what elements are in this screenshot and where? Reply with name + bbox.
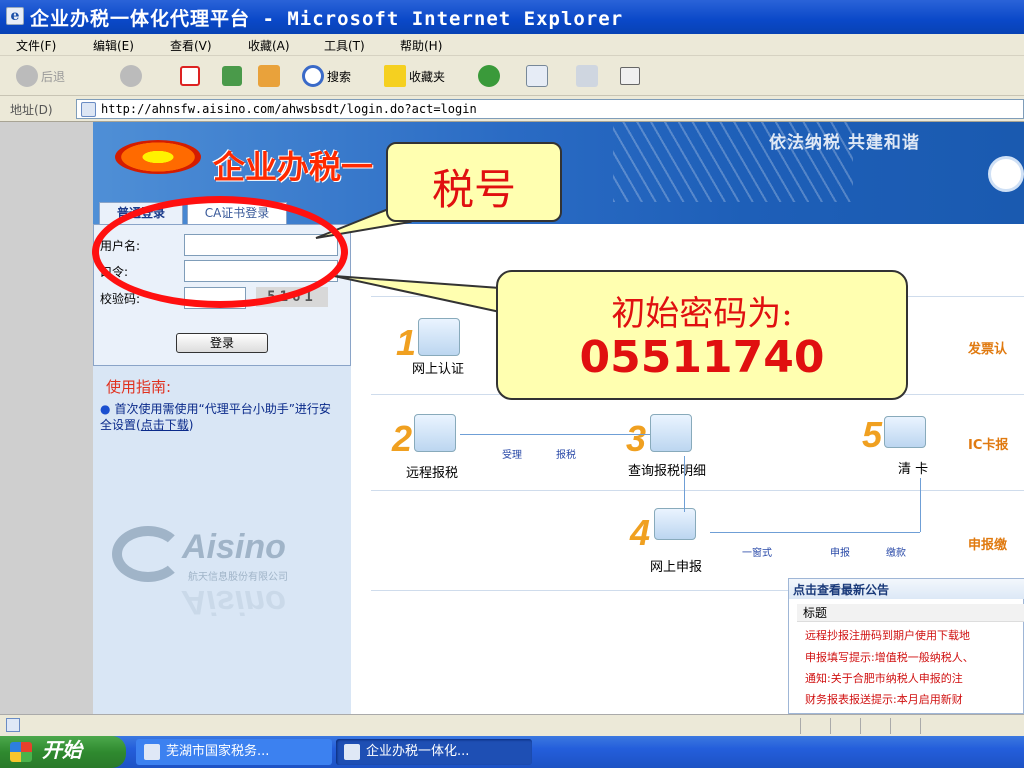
tax-id-callout: 税号 — [386, 142, 562, 222]
status-bar — [0, 714, 1024, 736]
highlight-oval — [92, 196, 348, 308]
start-label: 开始 — [42, 740, 82, 762]
start-button[interactable]: 开始 — [0, 736, 126, 768]
taskbar: 开始 芜湖市国家税务... 企业办税一体化... — [0, 736, 1024, 768]
ie-icon — [344, 744, 360, 760]
taskbar-item-label: 企业办税一体化... — [366, 744, 470, 759]
password-callout-line1: 初始密码为: — [611, 294, 793, 334]
ie-icon — [144, 744, 160, 760]
status-separator — [830, 718, 831, 734]
status-separator — [800, 718, 801, 734]
status-separator — [860, 718, 861, 734]
windows-logo-icon — [10, 742, 32, 762]
password-pointer — [333, 275, 501, 314]
page-status-icon — [6, 718, 20, 732]
password-callout-line2: 05511740 — [579, 332, 825, 383]
status-separator — [890, 718, 891, 734]
taskbar-item-wuhu[interactable]: 芜湖市国家税务... — [136, 739, 332, 765]
status-separator — [920, 718, 921, 734]
taskbar-item-label: 芜湖市国家税务... — [166, 744, 270, 759]
password-callout: 初始密码为: 05511740 — [496, 270, 908, 400]
taskbar-item-platform[interactable]: 企业办税一体化... — [336, 739, 532, 765]
tax-id-callout-text: 税号 — [431, 165, 516, 214]
